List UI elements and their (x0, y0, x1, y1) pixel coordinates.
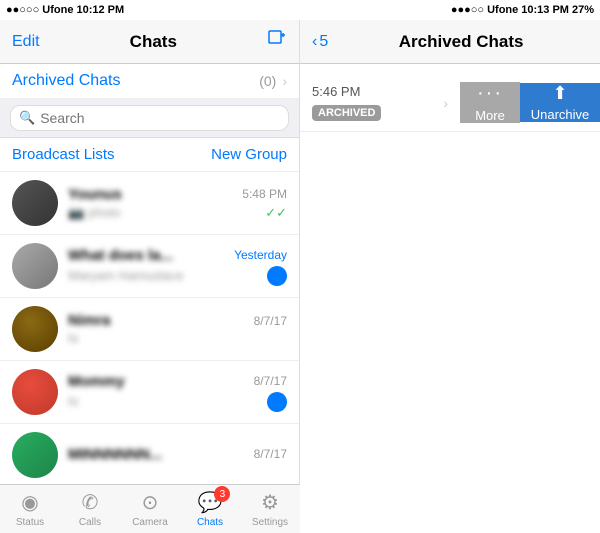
tab-chats-label: Chats (197, 517, 223, 528)
search-bar: 🔍 (0, 99, 299, 138)
chat-item[interactable]: Younus 5:48 PM 📷 photo ✓✓ (0, 172, 299, 235)
status-right: ●●●○○ Ufone 10:13 PM 27% (329, 4, 594, 16)
back-count: 5 (319, 33, 328, 51)
chat-info: Mommy 8/7/17 hi (68, 373, 287, 412)
swipe-arrow-icon: › (443, 95, 448, 111)
carrier-left: ●●○○○ Ufone (6, 4, 73, 16)
tab-bar: ◉ Status ✆ Calls ⊙ Camera 💬 3 Chats ⚙ Se… (0, 484, 300, 533)
unarchive-action-button[interactable]: ⬆ Unarchive (520, 83, 600, 122)
avatar (12, 243, 58, 289)
chat-badge: 3 (214, 486, 230, 502)
new-group-button[interactable]: New Group (211, 146, 287, 163)
chat-time: 8/7/17 (254, 374, 287, 388)
chats-title: Chats (130, 32, 177, 52)
avatar (12, 369, 58, 415)
chat-preview: 📷 photo (68, 205, 120, 221)
tab-calls[interactable]: ✆ Calls (60, 490, 120, 528)
nav-bar-right: ‹ 5 Archived Chats (300, 20, 600, 64)
chat-info: MINNNNNN... 8/7/17 (68, 446, 287, 465)
chat-info: Younus 5:48 PM 📷 photo ✓✓ (68, 186, 287, 221)
carrier-right: ●●●○○ Ufone (451, 4, 518, 16)
left-panel: Edit Chats Archived Chats (0) › 🔍 (0, 20, 300, 533)
archived-chats-row[interactable]: Archived Chats (0) › (0, 64, 299, 99)
tab-settings-label: Settings (252, 517, 288, 528)
status-bar: ●●○○○ Ufone 10:12 PM ●●●○○ Ufone 10:13 P… (0, 0, 600, 20)
chat-preview: Maryam Hamuslace (68, 268, 184, 283)
search-input[interactable] (40, 110, 280, 126)
archived-content: 5:46 PM ARCHIVED › ··· More ⬆ Unarchive (300, 64, 600, 533)
more-dots-icon: ··· (477, 82, 503, 105)
chat-preview: hi (68, 331, 78, 346)
back-button[interactable]: ‹ 5 (312, 33, 328, 51)
tab-calls-label: Calls (79, 517, 101, 528)
unarchive-icon: ⬆ (552, 83, 567, 104)
chat-name: Younus (68, 186, 122, 203)
more-label: More (475, 108, 505, 123)
chat-name: Mommy (68, 373, 125, 390)
archived-status-badge: ARCHIVED (312, 105, 381, 121)
search-input-wrap: 🔍 (10, 105, 289, 131)
tab-status-label: Status (16, 517, 44, 528)
unread-badge (267, 392, 287, 412)
status-left: ●●○○○ Ufone 10:12 PM (6, 4, 271, 16)
time-right: 10:13 PM (521, 4, 569, 16)
tab-settings[interactable]: ⚙ Settings (240, 490, 300, 528)
right-panel: ‹ 5 Archived Chats 5:46 PM ARCHIVED › ··… (300, 20, 600, 533)
swipe-main: 5:46 PM ARCHIVED › (300, 74, 460, 131)
chat-info: Nimra 8/7/17 hi (68, 312, 287, 346)
chat-item[interactable]: MINNNNNN... 8/7/17 (0, 424, 299, 487)
archived-chevron-icon: › (282, 73, 287, 89)
avatar (12, 306, 58, 352)
swipe-row[interactable]: 5:46 PM ARCHIVED › ··· More ⬆ Unarchive (300, 74, 600, 132)
chat-item[interactable]: What does la... Yesterday Maryam Hamusla… (0, 235, 299, 298)
chat-time: 5:48 PM (242, 187, 287, 201)
unread-badge (267, 266, 287, 286)
tab-chats[interactable]: 💬 3 Chats (180, 490, 240, 528)
nav-bar-left: Edit Chats (0, 20, 299, 64)
status-icon: ◉ (21, 490, 38, 515)
chat-time: Yesterday (234, 248, 287, 262)
calls-icon: ✆ (82, 490, 99, 515)
chat-item[interactable]: Nimra 8/7/17 hi (0, 298, 299, 361)
back-chevron-icon: ‹ (312, 33, 317, 51)
chat-info: What does la... Yesterday Maryam Hamusla… (68, 247, 287, 286)
battery: 27% (572, 4, 594, 16)
more-action-button[interactable]: ··· More (460, 82, 520, 123)
chat-time: 8/7/17 (254, 447, 287, 461)
chat-preview: hi (68, 394, 78, 409)
tab-camera-label: Camera (132, 517, 168, 528)
avatar (12, 180, 58, 226)
swipe-time: 5:46 PM (312, 84, 435, 99)
avatar (12, 432, 58, 478)
chat-name: Nimra (68, 312, 111, 329)
edit-button[interactable]: Edit (12, 33, 40, 51)
broadcast-lists-button[interactable]: Broadcast Lists (12, 146, 115, 163)
read-tick-icon: ✓✓ (265, 205, 287, 221)
chat-item[interactable]: Mommy 8/7/17 hi (0, 361, 299, 424)
tab-status[interactable]: ◉ Status (0, 490, 60, 528)
chat-list: Younus 5:48 PM 📷 photo ✓✓ What does la..… (0, 172, 299, 533)
swipe-info: 5:46 PM ARCHIVED (312, 84, 435, 121)
chat-time: 8/7/17 (254, 314, 287, 328)
main-area: Edit Chats Archived Chats (0) › 🔍 (0, 20, 600, 533)
archived-chats-title: Archived Chats (334, 32, 588, 52)
settings-icon: ⚙ (261, 490, 279, 515)
chat-name: What does la... (68, 247, 173, 264)
unarchive-label: Unarchive (531, 107, 590, 122)
search-icon: 🔍 (19, 110, 35, 126)
chat-name: MINNNNNN... (68, 446, 162, 463)
tab-camera[interactable]: ⊙ Camera (120, 490, 180, 528)
time-left: 10:12 PM (76, 4, 124, 16)
compose-button[interactable] (267, 29, 287, 54)
archived-count: (0) (259, 73, 276, 89)
group-row: Broadcast Lists New Group (0, 138, 299, 172)
camera-icon: ⊙ (142, 490, 159, 515)
archived-label: Archived Chats (12, 72, 259, 90)
